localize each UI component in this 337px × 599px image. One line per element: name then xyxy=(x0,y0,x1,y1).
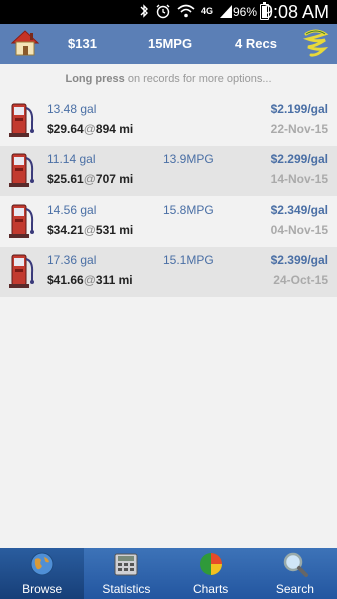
mpg: 15.1MPG xyxy=(163,253,214,267)
bluetooth-icon xyxy=(140,4,148,18)
network-type: 4G xyxy=(200,6,213,16)
total-cost: $131 xyxy=(68,36,97,51)
gas-pump-icon xyxy=(9,103,34,137)
records-list: Long press on records for more options..… xyxy=(0,64,337,548)
mpg: 13.9MPG xyxy=(163,152,214,166)
bottom-nav: Browse Statistics Charts Search xyxy=(0,548,337,599)
nav-search[interactable]: Search xyxy=(253,548,337,599)
average-mpg: 15MPG xyxy=(148,36,193,51)
gallons: 13.48 gal xyxy=(47,102,97,116)
globe-icon xyxy=(30,552,54,576)
fill-cost: $25.61@707 mi xyxy=(47,172,134,186)
record-row[interactable]: 17.36 gal 15.1MPG $2.399/gal $41.66@311 … xyxy=(0,247,337,297)
signal-icon xyxy=(220,5,232,18)
pie-chart-icon xyxy=(199,553,222,575)
gallons: 17.36 gal xyxy=(47,253,97,267)
status-bar: 4G 96% 9:08 AM xyxy=(0,0,337,24)
record-row[interactable]: 14.56 gal 15.8MPG $2.349/gal $34.21@531 … xyxy=(0,197,337,247)
record-row[interactable]: 13.48 gal $2.199/gal $29.64@894 mi 22-No… xyxy=(0,96,337,146)
summary-bar: $131 15MPG 4 Recs xyxy=(0,24,337,64)
fill-date: 04-Nov-15 xyxy=(270,223,328,237)
battery-percent: 96% xyxy=(232,5,257,19)
fill-date: 22-Nov-15 xyxy=(270,122,328,136)
hint-bold: Long press xyxy=(65,73,125,85)
alarm-icon xyxy=(156,4,170,19)
gallons: 14.56 gal xyxy=(47,203,97,217)
status-icons: 4G xyxy=(139,3,233,19)
nav-label: Search xyxy=(275,582,314,596)
fill-cost: $34.21@531 mi xyxy=(47,223,134,237)
long-press-hint: Long press on records for more options..… xyxy=(0,73,337,85)
wifi-icon xyxy=(177,4,195,18)
fill-cost: $41.66@311 mi xyxy=(47,273,133,287)
menu-swirl-icon[interactable] xyxy=(303,28,329,60)
magnifier-icon xyxy=(283,552,308,577)
record-count: 4 Recs xyxy=(235,36,277,51)
nav-charts[interactable]: Charts xyxy=(169,548,253,599)
nav-statistics[interactable]: Statistics xyxy=(84,548,168,599)
mpg: 15.8MPG xyxy=(163,203,214,217)
hint-text: on records for more options... xyxy=(124,73,272,85)
fill-date: 24-Oct-15 xyxy=(273,273,328,287)
gas-pump-icon xyxy=(9,254,34,288)
calculator-icon xyxy=(114,553,138,576)
nav-label: Charts xyxy=(192,582,229,596)
gas-pump-icon xyxy=(9,153,34,187)
nav-label: Browse xyxy=(22,582,63,596)
record-row[interactable]: 11.14 gal 13.9MPG $2.299/gal $25.61@707 … xyxy=(0,146,337,196)
clock: 9:08 AM xyxy=(262,2,329,22)
home-icon[interactable] xyxy=(10,28,40,58)
fill-date: 14-Nov-15 xyxy=(270,172,328,186)
price-per-gallon: $2.399/gal xyxy=(270,253,328,267)
price-per-gallon: $2.199/gal xyxy=(270,102,328,116)
price-per-gallon: $2.349/gal xyxy=(270,203,328,217)
nav-browse[interactable]: Browse xyxy=(0,548,85,599)
nav-label: Statistics xyxy=(102,582,151,596)
gallons: 11.14 gal xyxy=(47,152,96,166)
fill-cost: $29.64@894 mi xyxy=(47,122,134,136)
price-per-gallon: $2.299/gal xyxy=(270,152,328,166)
gas-pump-icon xyxy=(9,204,34,238)
